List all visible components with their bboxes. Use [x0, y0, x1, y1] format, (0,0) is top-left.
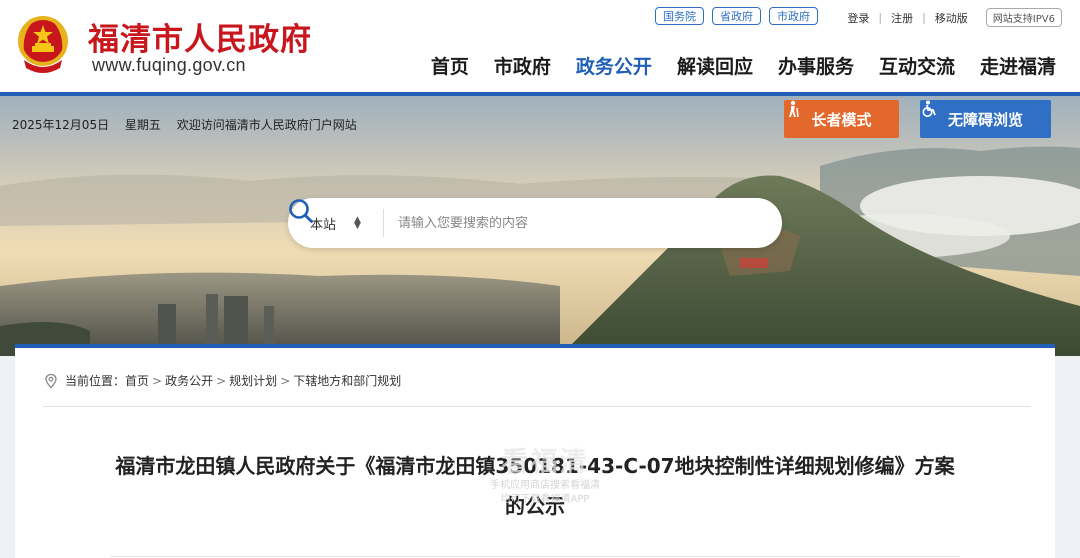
search-bar: 本站 ▲ ▼	[288, 198, 782, 248]
elder-mode-label: 长者模式	[811, 110, 872, 129]
breadcrumb-planning[interactable]: 规划计划	[229, 372, 277, 389]
breadcrumb-gov-affairs[interactable]: 政务公开	[165, 372, 213, 389]
link-city-gov[interactable]: 市政府	[769, 7, 818, 25]
divider	[110, 556, 960, 557]
elder-mode-button[interactable]: 长者模式	[784, 100, 899, 138]
site-name: 福清市人民政府	[88, 22, 312, 58]
location-pin-icon	[45, 373, 57, 388]
national-emblem-icon[interactable]	[14, 12, 72, 74]
nav-about-fuqing[interactable]: 走进福清	[980, 52, 1056, 79]
nav-services[interactable]: 办事服务	[778, 52, 854, 79]
nav-interaction[interactable]: 互动交流	[879, 52, 955, 79]
link-state-council[interactable]: 国务院	[655, 7, 704, 25]
user-links: 登录 | 注册 | 移动版 网站支持IPV6	[847, 8, 1062, 27]
divider	[43, 406, 1031, 407]
banner: 2025年12月05日 星期五 欢迎访问福清市人民政府门户网站 长者模式 无障碍…	[0, 96, 1080, 356]
site-url: www.fuqing.gov.cn	[92, 55, 246, 75]
welcome-text: 欢迎访问福清市人民政府门户网站	[176, 118, 357, 132]
accessibility-button[interactable]: 无障碍浏览	[920, 100, 1051, 138]
search-input[interactable]	[384, 215, 726, 231]
site-header: 福清市人民政府 www.fuqing.gov.cn 国务院 省政府 市政府 登录…	[0, 0, 1080, 92]
login-link[interactable]: 登录	[847, 10, 869, 26]
nav-home[interactable]: 首页	[431, 52, 469, 79]
main-nav: 首页 市政府 政务公开 解读回应 办事服务 互动交流 走进福清	[431, 52, 1056, 79]
chevron-right-icon: >	[216, 373, 227, 388]
search-icon	[289, 199, 313, 223]
breadcrumb-local-planning[interactable]: 下辖地方和部门规划	[293, 372, 401, 389]
chevron-right-icon: >	[280, 373, 291, 388]
current-weekday: 星期五	[124, 118, 161, 132]
ipv6-badge: 网站支持IPV6	[985, 8, 1062, 27]
chevron-right-icon: >	[152, 373, 163, 388]
top-links: 国务院 省政府 市政府	[655, 7, 818, 25]
article-title: 福清市龙田镇人民政府关于《福清市龙田镇350181-43-C-07地块控制性详细…	[115, 454, 955, 518]
up-down-arrow-icon: ▲ ▼	[354, 215, 361, 231]
link-provincial-gov[interactable]: 省政府	[712, 7, 761, 25]
separator: |	[878, 11, 883, 24]
separator: |	[922, 11, 926, 24]
nav-interpretation[interactable]: 解读回应	[677, 52, 753, 79]
mobile-link[interactable]: 移动版	[935, 10, 968, 26]
accessibility-label: 无障碍浏览	[947, 110, 1023, 129]
current-date: 2025年12月05日	[12, 118, 110, 132]
wheelchair-icon	[922, 100, 936, 117]
nav-gov-affairs[interactable]: 政务公开	[576, 52, 652, 79]
elder-icon	[789, 100, 799, 118]
breadcrumb-label: 当前位置：	[65, 374, 126, 388]
content-panel: 当前位置： 首页 > 政务公开 > 规划计划 > 下辖地方和部门规划 福清市龙田…	[15, 344, 1055, 558]
nav-city-gov[interactable]: 市政府	[494, 52, 551, 79]
register-link[interactable]: 注册	[891, 10, 913, 26]
search-button[interactable]	[289, 199, 782, 243]
breadcrumb: 当前位置： 首页 > 政务公开 > 规划计划 > 下辖地方和部门规划	[43, 372, 401, 389]
date-line: 2025年12月05日 星期五 欢迎访问福清市人民政府门户网站	[12, 116, 357, 133]
breadcrumb-home[interactable]: 首页	[125, 372, 149, 389]
